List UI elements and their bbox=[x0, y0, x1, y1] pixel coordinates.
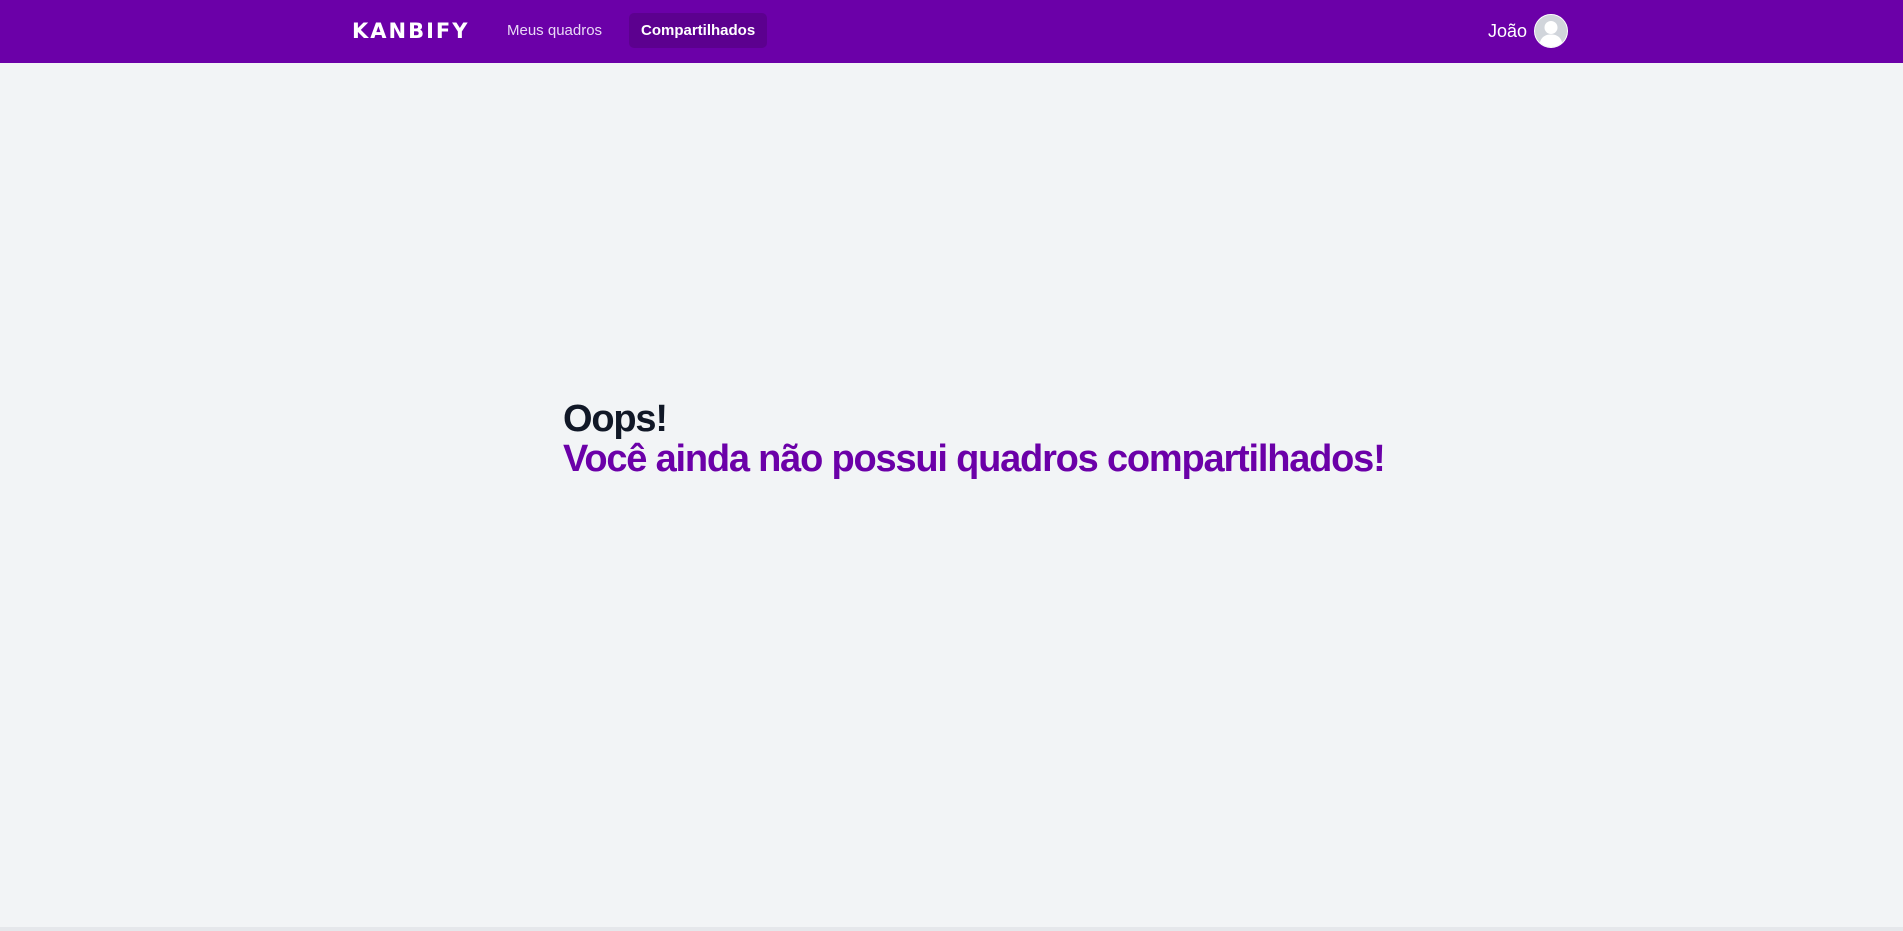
user-avatar-icon bbox=[1535, 15, 1567, 47]
logo[interactable]: KANBIFY bbox=[352, 19, 469, 43]
empty-state-message: Você ainda não possui quadros compartilh… bbox=[563, 438, 1386, 480]
top-navbar: KANBIFY Meus quadros Compartilhados João bbox=[0, 0, 1903, 63]
user-name[interactable]: João bbox=[1480, 19, 1527, 43]
avatar[interactable] bbox=[1534, 14, 1568, 48]
main-content bbox=[0, 63, 1903, 927]
empty-state: Oops! Você ainda não possui quadros comp… bbox=[563, 398, 1386, 480]
page-bottom-divider bbox=[0, 927, 1903, 931]
nav-link-compartilhados[interactable]: Compartilhados bbox=[629, 13, 768, 48]
empty-state-title: Oops! bbox=[563, 398, 668, 440]
nav-link-meus-quadros[interactable]: Meus quadros bbox=[495, 13, 614, 48]
